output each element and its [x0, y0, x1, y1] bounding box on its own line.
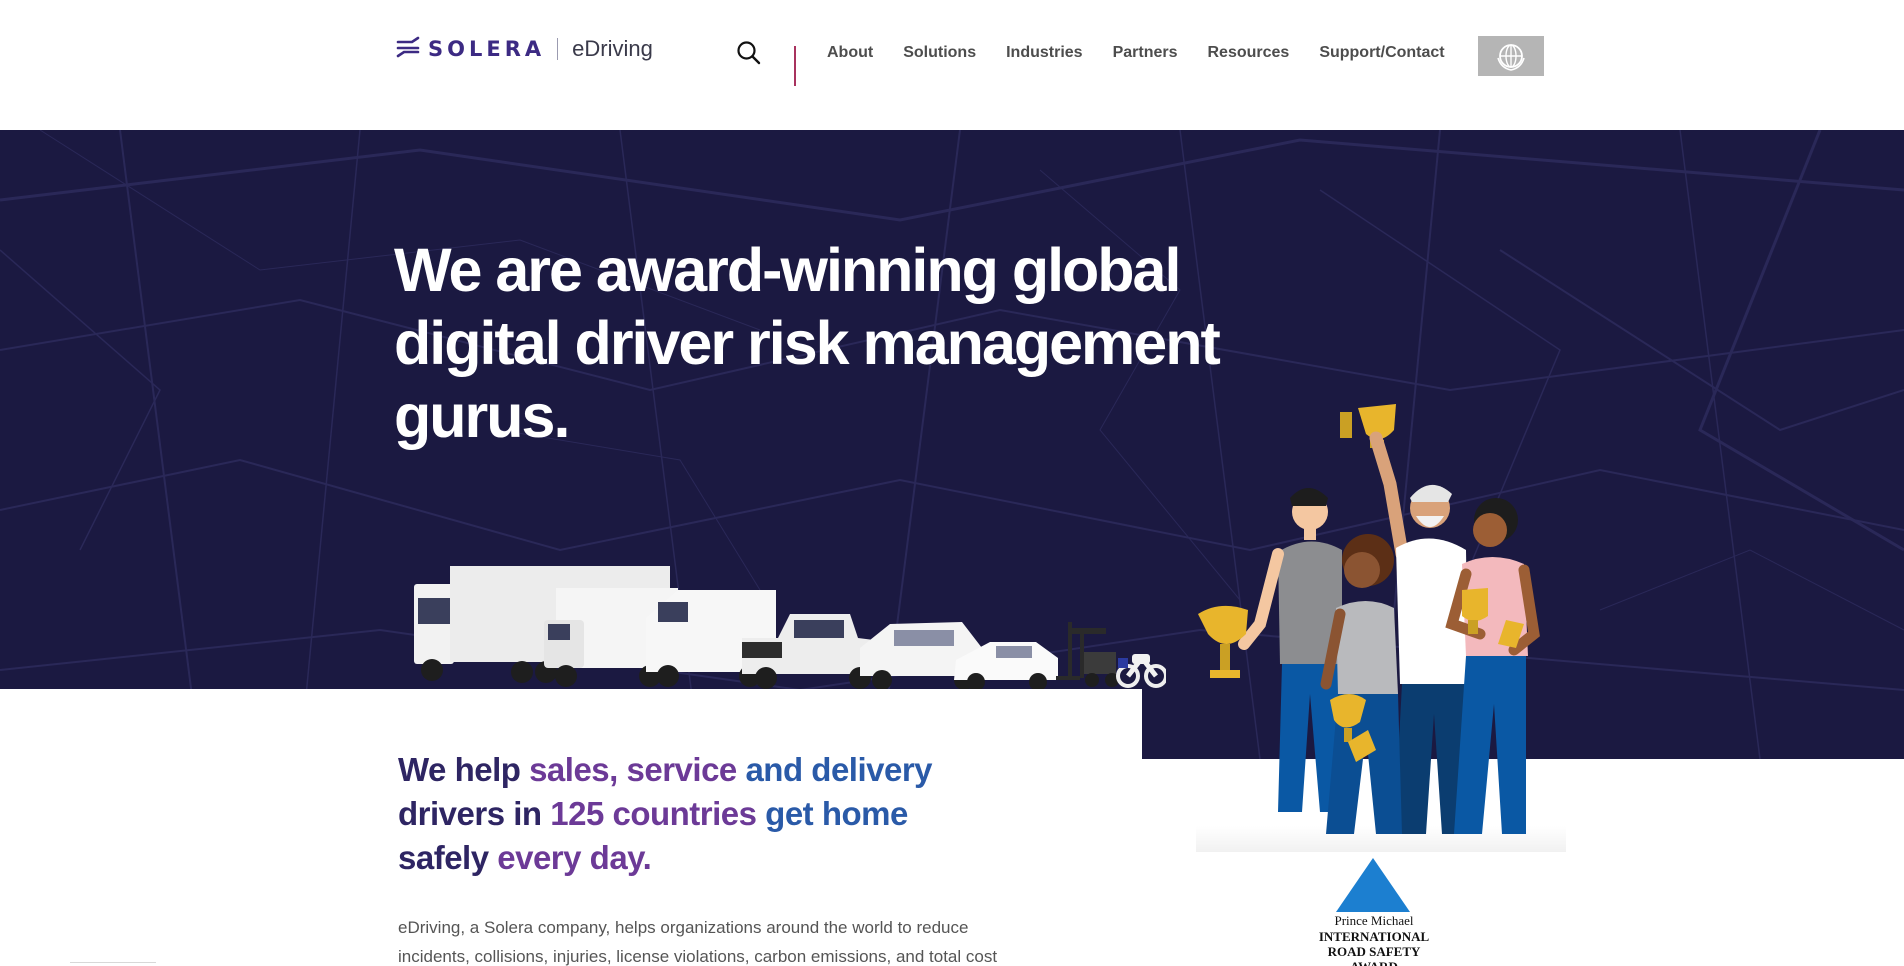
hero-banner: We are award-winning global digital driv…: [0, 130, 1904, 759]
forklift-icon: [1056, 622, 1119, 687]
nav-divider: [794, 46, 796, 86]
logo-product-name: eDriving: [572, 36, 653, 61]
tagline-part: get home: [765, 795, 908, 832]
intro-paragraph: eDriving, a Solera company, helps organi…: [398, 918, 998, 966]
globe-icon: [1497, 44, 1525, 71]
tagline-part: safely: [398, 839, 498, 876]
tagline-part: every day.: [497, 839, 652, 876]
tagline-part: drivers in: [398, 795, 551, 832]
mission-tagline: We help sales, service and delivery driv…: [398, 748, 998, 880]
vehicle-lineup-image: [414, 566, 1166, 691]
nav-resources[interactable]: Resources: [1207, 44, 1289, 62]
nav-support-contact[interactable]: Support/Contact: [1319, 44, 1444, 62]
tagline-part: sales, service: [529, 751, 746, 788]
road-safety-award-badge: Prince Michael INTERNATIONAL ROAD SAFETY…: [1304, 856, 1444, 966]
solera-edriving-logo[interactable]: SOLERA eDriving: [396, 36, 653, 62]
nav-industries[interactable]: Industries: [1006, 44, 1082, 62]
search-button[interactable]: [736, 40, 762, 66]
language-selector-button[interactable]: [1478, 36, 1544, 76]
award-title: INTERNATIONAL ROAD SAFETY AWARD: [1304, 929, 1444, 966]
award-title-line: ROAD SAFETY AWARD: [1327, 944, 1421, 966]
nav-about[interactable]: About: [827, 44, 873, 62]
award-triangle-icon: [1336, 858, 1410, 912]
logo-divider: [557, 38, 559, 60]
corner-divider: [70, 962, 156, 963]
award-sponsor: Prince Michael: [1334, 913, 1414, 928]
tagline-part: and delivery: [745, 751, 933, 788]
nav-solutions[interactable]: Solutions: [903, 44, 976, 62]
site-header: SOLERA eDriving About Solutions Industri…: [0, 0, 1904, 130]
trophy-icon: [1340, 404, 1396, 448]
award-title-line: INTERNATIONAL: [1318, 929, 1430, 944]
motorcycle-icon: [1116, 653, 1166, 688]
search-icon: [737, 41, 761, 65]
tagline-part: 125 countries: [550, 795, 766, 832]
tagline-part: We help: [398, 751, 530, 788]
solera-mark-icon: [396, 36, 420, 63]
award-winners-illustration: [1198, 404, 1540, 834]
main-nav: About Solutions Industries Partners Reso…: [827, 44, 1475, 62]
nav-partners[interactable]: Partners: [1113, 44, 1178, 62]
hero-title: We are award-winning global digital driv…: [394, 236, 1221, 450]
logo-company-name: SOLERA: [428, 37, 546, 61]
